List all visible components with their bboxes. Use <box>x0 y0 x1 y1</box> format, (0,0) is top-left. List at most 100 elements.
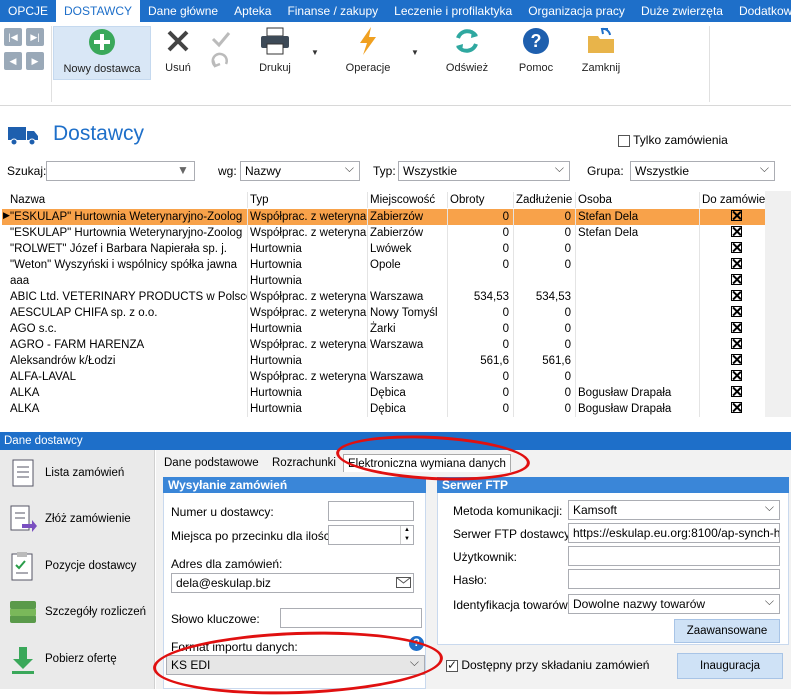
checked-box-icon[interactable] <box>730 354 742 366</box>
delete-button[interactable]: Usuń <box>158 26 198 80</box>
page-title: Dostawcy <box>53 122 145 145</box>
advanced-button[interactable]: Zaawansowane <box>674 619 780 643</box>
menu-tab-8[interactable]: Dodatkowe <box>731 0 791 22</box>
menu-tab-7[interactable]: Duże zwierzęta <box>633 0 731 22</box>
column-header: Osoba <box>578 192 700 208</box>
table-cell <box>516 273 576 289</box>
checked-box-icon[interactable] <box>730 258 742 270</box>
checkbox-icon[interactable] <box>618 134 630 147</box>
table-cell: AGO s.c. <box>10 321 248 337</box>
print-button[interactable]: Drukuj <box>252 26 298 80</box>
truck-icon <box>7 124 39 146</box>
new-supplier-button[interactable]: Nowy dostawca <box>53 26 151 80</box>
close-button[interactable]: Zamknij <box>578 26 624 80</box>
table-row[interactable]: aaa Hurtownia <box>2 273 765 289</box>
first-record-icon[interactable]: |◀ <box>4 28 22 46</box>
next-record-icon[interactable]: ▶ <box>26 52 44 70</box>
checked-box-icon[interactable] <box>730 242 742 254</box>
checkbox-checked-icon[interactable] <box>446 658 458 672</box>
table-cell <box>578 353 700 369</box>
table-cell: Hurtownia <box>250 353 368 369</box>
checked-box-icon[interactable] <box>730 322 742 334</box>
order-flag-cell <box>702 305 765 321</box>
search-input[interactable] <box>46 161 195 181</box>
clipboard-check-icon <box>8 551 38 583</box>
last-record-icon[interactable]: ▶| <box>26 28 44 46</box>
tab-basic-data[interactable]: Dane podstawowe <box>160 454 263 472</box>
table-row[interactable]: Aleksandrów k/Łodzi Hurtownia 561,6 561,6 <box>2 353 765 369</box>
table-row[interactable]: "ESKULAP" Hurtownia Weterynaryjno-Zoolog… <box>2 225 765 241</box>
menu-tab-2[interactable]: Dane główne <box>140 0 226 22</box>
tab-settlements[interactable]: Rozrachunki <box>268 454 340 472</box>
menu-tab-6[interactable]: Organizacja pracy <box>520 0 633 22</box>
menu-tab-0[interactable]: OPCJE <box>0 0 56 22</box>
available-when-ordering-checkbox[interactable]: Dostępny przy składaniu zamówień <box>446 658 649 672</box>
delete-x-icon <box>162 26 194 56</box>
table-cell: ALKA <box>10 401 248 417</box>
checked-box-icon[interactable] <box>730 290 742 302</box>
column-header: Do zamówień <box>702 192 765 208</box>
column-header: Nazwa <box>10 192 248 208</box>
password-input[interactable] <box>568 569 780 589</box>
table-cell: 0 <box>450 385 514 401</box>
envelope-icon[interactable] <box>396 577 411 588</box>
search-by-select[interactable]: Nazwy <box>240 161 360 181</box>
download-arrow-icon <box>8 644 38 676</box>
ftp-server-input[interactable]: https://eskulap.eu.org:8100/ap-synch-hr <box>568 523 780 543</box>
table-cell: 0 <box>516 209 576 225</box>
print-dropdown-icon[interactable]: ▼ <box>311 48 319 57</box>
table-row[interactable]: "ESKULAP" Hurtownia Weterynaryjno-Zoolog… <box>2 209 765 225</box>
checked-box-icon[interactable] <box>730 274 742 286</box>
side-item-settlement-details[interactable]: Szczegóły rozliczeń <box>8 595 153 631</box>
operations-button[interactable]: Operacje <box>338 26 398 80</box>
checked-box-icon[interactable] <box>730 226 742 238</box>
comm-method-select[interactable]: Kamsoft <box>568 500 780 520</box>
table-row[interactable]: ALFA-LAVAL Współprac. z weterynar Warszawa… <box>2 369 765 385</box>
filter-funnel-icon[interactable]: ▼ <box>177 163 189 177</box>
checked-box-icon[interactable] <box>730 370 742 382</box>
help-button[interactable]: ? Pomoc <box>513 26 559 80</box>
refresh-button[interactable]: Odśwież <box>442 26 492 80</box>
customer-number-input[interactable] <box>328 501 414 521</box>
table-cell: ABIC Ltd. VETERINARY PRODUCTS w Polsce <box>10 289 248 305</box>
side-item-order-list[interactable]: Lista zamówień <box>8 456 153 492</box>
type-select[interactable]: Wszystkie <box>398 161 570 181</box>
table-row[interactable]: AGRO - FARM HARENZA Współprac. z weteryna… <box>2 337 765 353</box>
inauguration-button[interactable]: Inauguracja <box>677 653 783 679</box>
checked-box-icon[interactable] <box>730 338 742 350</box>
table-cell: Współprac. z weterynar <box>250 209 368 225</box>
checked-box-icon[interactable] <box>730 402 742 414</box>
product-ident-select[interactable]: Dowolne nazwy towarów <box>568 594 780 614</box>
table-cell: Lwówek <box>370 241 448 257</box>
column-header: Zadłużenie <box>516 192 576 208</box>
only-orders-checkbox[interactable]: Tylko zamówienia <box>618 133 728 147</box>
table-row[interactable]: ABIC Ltd. VETERINARY PRODUCTS w Polsce Ws… <box>2 289 765 305</box>
table-row[interactable]: ALKA Hurtownia Dębica 0 0 Bogusław Drapała <box>2 385 765 401</box>
prev-record-icon[interactable]: ◀ <box>4 52 22 70</box>
table-row[interactable]: "Weton" Wyszyński i wspólnicy spółka jaw… <box>2 257 765 273</box>
order-address-input[interactable]: dela@eskulap.biz <box>171 573 414 593</box>
table-row[interactable]: "ROLWET" Józef i Barbara Napierała sp. j… <box>2 241 765 257</box>
table-row[interactable]: AGO s.c. Hurtownia Żarki 0 0 <box>2 321 765 337</box>
menu-tab-4[interactable]: Finanse / zakupy <box>279 0 386 22</box>
operations-dropdown-icon[interactable]: ▼ <box>411 48 419 57</box>
menu-tab-1[interactable]: DOSTAWCY <box>56 0 141 22</box>
order-flag-cell <box>702 273 765 289</box>
group-select[interactable]: Wszystkie <box>630 161 775 181</box>
side-item-download-offer[interactable]: Pobierz ofertę <box>8 642 153 678</box>
side-item-place-order[interactable]: Złóż zamówienie <box>8 502 153 538</box>
table-row[interactable]: ALKA Hurtownia Dębica 0 0 Bogusław Drapała <box>2 401 765 417</box>
keyword-input[interactable] <box>280 608 422 628</box>
table-row[interactable]: AESCULAP CHIFA sp. z o.o. Współprac. z we… <box>2 305 765 321</box>
menu-tab-3[interactable]: Apteka <box>226 0 279 22</box>
menu-tab-5[interactable]: Leczenie i profilaktyka <box>386 0 520 22</box>
checked-box-icon[interactable] <box>730 210 742 222</box>
document-list-icon <box>8 458 38 490</box>
stepper-arrows-icon[interactable]: ▲ ▼ <box>400 526 413 544</box>
checked-box-icon[interactable] <box>730 386 742 398</box>
table-scrollbar[interactable] <box>765 191 791 417</box>
user-input[interactable] <box>568 546 780 566</box>
search-label: Szukaj: <box>7 164 47 178</box>
checked-box-icon[interactable] <box>730 306 742 318</box>
side-item-supplier-items[interactable]: Pozycje dostawcy <box>8 549 153 585</box>
